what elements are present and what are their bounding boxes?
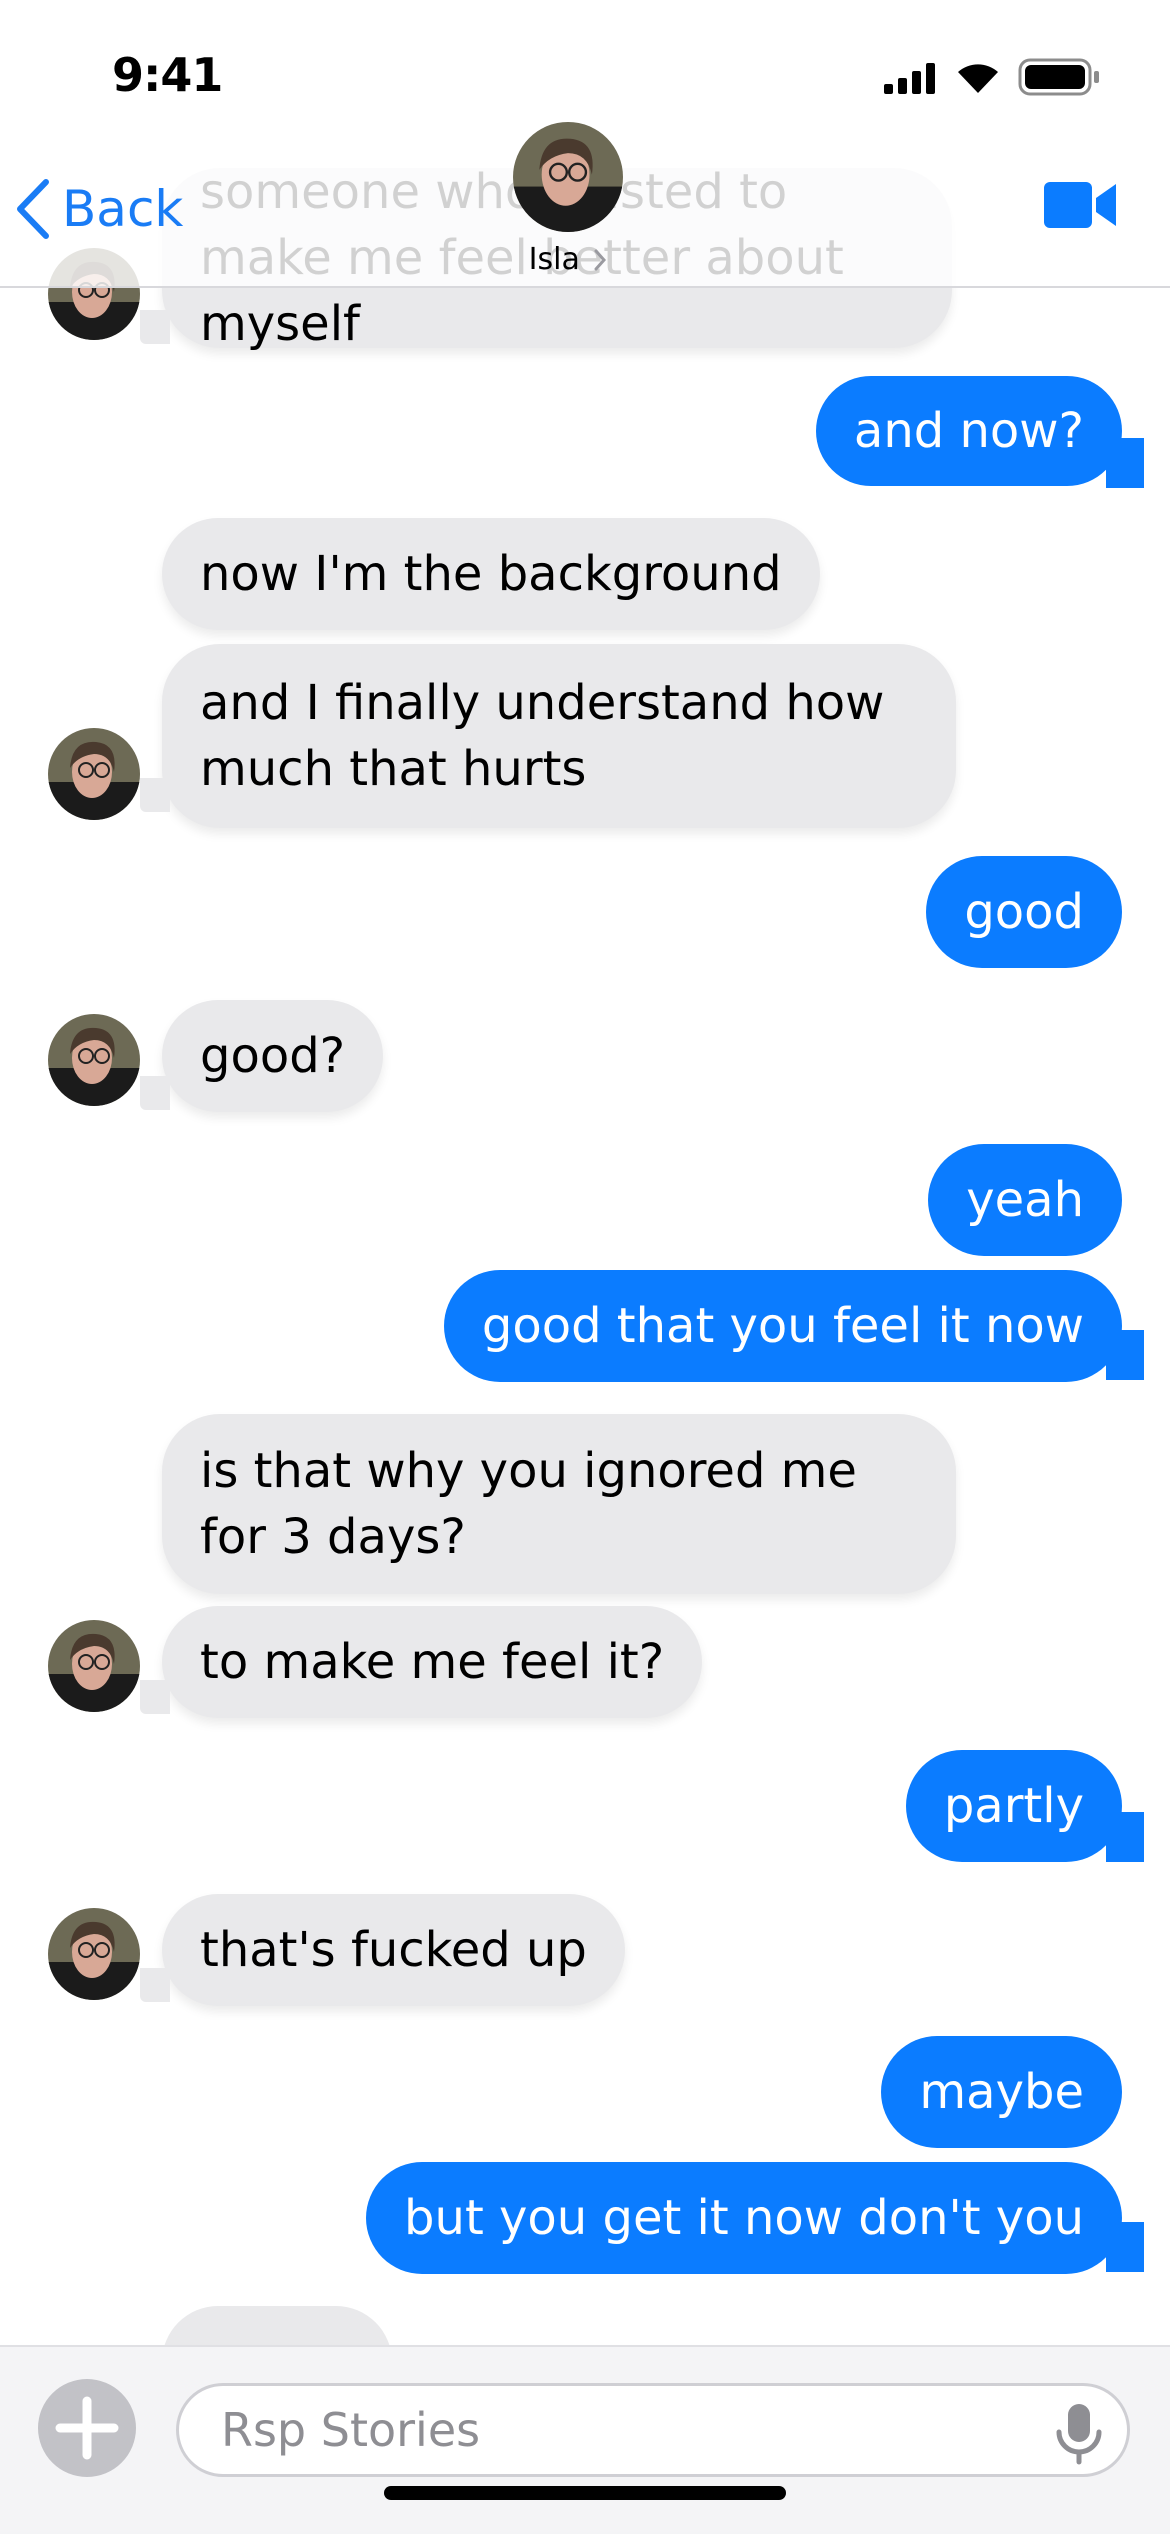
clock: 9:41 xyxy=(112,48,223,102)
video-camera-icon[interactable] xyxy=(1044,180,1118,230)
contact-name: Isla xyxy=(528,242,580,277)
message-text: yeah xyxy=(966,1172,1084,1228)
bubble-tail xyxy=(1106,2222,1144,2272)
wifi-icon xyxy=(958,64,998,93)
contact-avatar[interactable] xyxy=(48,1908,140,2000)
message-bubble-outgoing[interactable]: good xyxy=(926,856,1122,968)
conversation-header: Back Isla xyxy=(0,122,1170,288)
bubble-tail xyxy=(1106,1330,1144,1380)
message-list[interactable]: someone who existed to make me feel bett… xyxy=(0,0,1170,2345)
contact-avatar[interactable] xyxy=(48,1620,140,1712)
message-bubble-incoming[interactable]: is that why you ignored me for 3 days? xyxy=(162,1414,956,1594)
battery-icon xyxy=(1018,58,1099,96)
chevron-right-icon xyxy=(594,249,607,271)
message-bubble-outgoing[interactable]: partly xyxy=(905,1750,1122,1862)
status-bar: 9:41 xyxy=(0,0,1170,122)
chevron-left-icon xyxy=(17,179,49,239)
bubble-tail xyxy=(1106,438,1144,488)
back-button[interactable]: Back xyxy=(14,174,183,244)
message-text: and I finally understand how much that h… xyxy=(200,675,885,797)
contact-avatar[interactable] xyxy=(48,728,140,820)
message-bubble-incoming[interactable]: that's fucked up xyxy=(162,1894,625,2006)
message-text: but you get it now don't you xyxy=(404,2190,1084,2246)
home-indicator[interactable] xyxy=(384,2486,786,2500)
message-bubble-outgoing[interactable]: maybe xyxy=(881,2036,1122,2148)
message-bubble-outgoing[interactable]: good that you feel it now xyxy=(443,1270,1122,1382)
message-bubble-incoming-partial xyxy=(162,2306,392,2345)
message-bubble-incoming[interactable]: and I finally understand how much that h… xyxy=(162,644,956,828)
message-bubble-incoming[interactable]: good? xyxy=(162,1000,384,1112)
message-text: good xyxy=(964,884,1084,940)
message-bubble-outgoing[interactable]: and now? xyxy=(815,376,1122,486)
bubble-tail xyxy=(140,1076,170,1110)
message-bubble-incoming[interactable]: to make me feel it? xyxy=(162,1606,703,1718)
message-bubble-outgoing[interactable]: yeah xyxy=(928,1144,1122,1256)
message-text: good? xyxy=(200,1028,346,1084)
message-text: good that you feel it now xyxy=(481,1298,1084,1354)
microphone-icon[interactable] xyxy=(1053,2402,1105,2466)
message-bubble-incoming[interactable]: now I'm the background xyxy=(162,518,820,630)
bubble-tail xyxy=(140,778,170,812)
add-attachment-button[interactable] xyxy=(38,2379,136,2477)
message-text: that's fucked up xyxy=(200,1922,587,1978)
signal-icon xyxy=(884,63,935,94)
bubble-tail xyxy=(1106,1812,1144,1862)
message-text: now I'm the background xyxy=(200,546,782,602)
message-text: and now? xyxy=(853,403,1084,459)
bubble-tail xyxy=(140,310,170,344)
message-text: is that why you ignored me for 3 days? xyxy=(200,1443,857,1565)
plus-icon xyxy=(55,2396,119,2460)
message-input[interactable] xyxy=(219,2402,1043,2458)
back-label: Back xyxy=(62,180,184,238)
bubble-tail xyxy=(140,1968,170,2002)
contact-avatar[interactable] xyxy=(48,1014,140,1106)
message-input-field[interactable] xyxy=(176,2383,1130,2477)
composer-bar xyxy=(0,2345,1170,2534)
message-text: to make me feel it? xyxy=(200,1634,665,1690)
message-text: maybe xyxy=(919,2064,1084,2120)
message-bubble-outgoing[interactable]: but you get it now don't you xyxy=(366,2162,1122,2274)
message-text: partly xyxy=(943,1778,1084,1834)
contact-avatar xyxy=(513,122,623,232)
bubble-tail xyxy=(140,1680,170,1714)
